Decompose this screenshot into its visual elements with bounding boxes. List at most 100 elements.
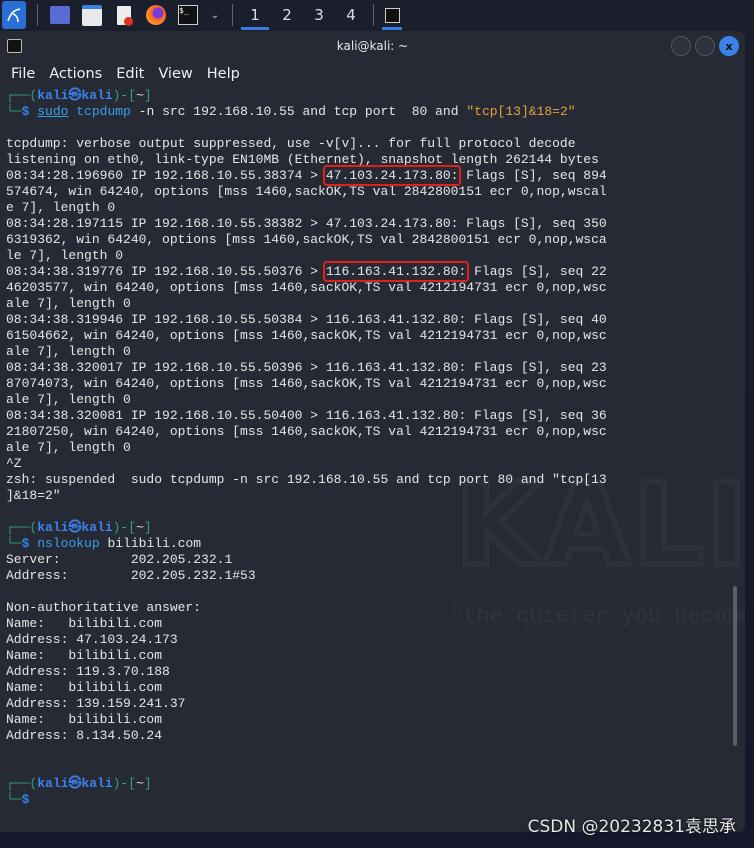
output-text: Address: 119.3.70.188 [6,664,170,679]
output-line: Name: bilibili.com [6,616,607,632]
maximize-button[interactable] [695,36,715,56]
output-line: ale 7], length 0 [6,344,607,360]
output-text: 08:34:38.320081 IP 192.168.10.55.50400 >… [6,408,607,423]
output-line: Address: 8.134.50.24 [6,728,607,744]
menu-bar: File Actions Edit View Help [0,61,745,87]
output-text: Name: bilibili.com [6,616,163,631]
output-text: Server: 202.205.232.1 [6,552,233,567]
output-text: 08:34:28.196960 IP 192.168.10.55.38374 > [6,168,326,183]
workspace-label: 4 [346,6,356,24]
terminal-launcher-icon[interactable]: $_ [177,4,199,26]
output-text: Address: 8.134.50.24 [6,728,163,743]
output-line: Address: 119.3.70.188 [6,664,607,680]
output-text: Address: 139.159.241.37 [6,696,186,711]
command-line[interactable]: └─$ [6,792,607,808]
output-line: 08:34:28.196960 IP 192.168.10.55.38374 >… [6,165,607,186]
output-text: ale 7], length 0 [6,392,131,407]
workspace-1[interactable]: 1 [239,0,271,30]
output-line: Address: 139.159.241.37 [6,696,607,712]
output-text: Non-authoritative answer: [6,600,202,615]
output-line: Address: 47.103.24.173 [6,632,607,648]
output-line: 08:34:38.320017 IP 192.168.10.55.50396 >… [6,360,607,376]
menu-help[interactable]: Help [200,66,247,82]
menu-actions[interactable]: Actions [42,66,109,82]
kali-menu-icon[interactable] [2,1,26,29]
menu-view[interactable]: View [151,66,199,82]
workspace-label: 3 [314,6,324,24]
taskbar-separator [232,4,233,26]
output-line: listening on eth0, link-type EN10MB (Eth… [6,152,607,168]
scrollbar[interactable] [733,586,737,746]
workspace-2[interactable]: 2 [271,0,303,30]
prompt-line: ┌──(kali㉿kali)-[~] [6,776,152,791]
output-text: Flags [S], seq 894 [458,168,607,183]
tcpdump-output: tcpdump: verbose output suppressed, use … [6,136,607,520]
output-text: 61504662, win 64240, options [mss 1460,s… [6,328,607,343]
output-line: ]&18=2" [6,488,607,504]
chevron-down-icon[interactable]: ⌄ [209,4,221,26]
output-text: listening on eth0, link-type EN10MB (Eth… [6,152,599,167]
output-text: Name: bilibili.com [6,680,163,695]
output-line: 87074073, win 64240, options [mss 1460,s… [6,376,607,392]
close-icon: x [725,39,733,53]
output-text: zsh: suspended sudo tcpdump -n src 192.1… [6,472,607,487]
output-line: 08:34:38.319776 IP 192.168.10.55.50376 >… [6,261,607,282]
output-text: 574674, win 64240, options [mss 1460,sac… [6,184,607,199]
output-line: 21807250, win 64240, options [mss 1460,s… [6,424,607,440]
output-line: zsh: suspended sudo tcpdump -n src 192.1… [6,472,607,488]
output-text: tcpdump: verbose output suppressed, use … [6,136,576,151]
output-text: ale 7], length 0 [6,440,131,455]
output-line: 46203577, win 64240, options [mss 1460,s… [6,280,607,296]
show-desktop-icon[interactable] [49,4,71,26]
output-text: Name: bilibili.com [6,712,163,727]
output-line: 08:34:38.320081 IP 192.168.10.55.50400 >… [6,408,607,424]
nslookup-output: Server: 202.205.232.1 Address: 202.205.23… [6,552,607,776]
output-text: 08:34:38.320017 IP 192.168.10.55.50396 >… [6,360,607,375]
output-text: 08:34:38.319946 IP 192.168.10.55.50384 >… [6,312,607,327]
highlighted-destination: 47.103.24.173.80: [322,165,462,186]
terminal-task-button[interactable] [380,0,404,30]
prompt-line: ┌──(kali㉿kali)-[~] [6,520,152,535]
taskbar: $_ ⌄ 1 2 3 4 [0,0,754,30]
output-text: 87074073, win 64240, options [mss 1460,s… [6,376,607,391]
output-line: Name: bilibili.com [6,680,607,696]
menu-edit[interactable]: Edit [109,66,151,82]
workspace-4[interactable]: 4 [335,0,367,30]
output-line: Server: 202.205.232.1 [6,552,607,568]
title-bar[interactable]: kali@kali: ~ x [0,31,745,61]
close-button[interactable]: x [719,36,739,56]
minimize-button[interactable] [671,36,691,56]
output-text: ^Z [6,456,22,471]
output-line: 08:34:38.319946 IP 192.168.10.55.50384 >… [6,312,607,328]
output-line: tcpdump: verbose output suppressed, use … [6,136,607,152]
output-text: 6319362, win 64240, options [mss 1460,sa… [6,232,607,247]
highlighted-destination: 116.163.41.132.80: [322,261,470,282]
output-line: 08:34:28.197115 IP 192.168.10.55.38382 >… [6,216,607,232]
firefox-icon[interactable] [145,4,167,26]
command-line: └─$ sudo tcpdump -n src 192.168.10.55 an… [6,104,576,119]
output-line: le 7], length 0 [6,248,607,264]
terminal-icon [384,7,400,23]
workspace-3[interactable]: 3 [303,0,335,30]
window-title: kali@kali: ~ [336,39,409,53]
output-line: Non-authoritative answer: [6,600,607,616]
terminal-window: kali@kali: ~ x File Actions Edit View He… [0,31,745,832]
output-line: ale 7], length 0 [6,392,607,408]
output-text: ale 7], length 0 [6,296,131,311]
output-text: Name: bilibili.com [6,648,163,663]
file-manager-icon[interactable] [81,4,103,26]
output-text: ale 7], length 0 [6,344,131,359]
output-text: Address: 47.103.24.173 [6,632,178,647]
output-line: 61504662, win 64240, options [mss 1460,s… [6,328,607,344]
text-editor-icon[interactable] [113,4,135,26]
output-text: Address: 202.205.232.1#53 [6,568,256,583]
output-line: ^Z [6,456,607,472]
command-line: └─$ nslookup bilibili.com [6,536,202,551]
menu-file[interactable]: File [4,66,42,82]
output-line: ale 7], length 0 [6,440,607,456]
csdn-credit-watermark: CSDN @20232831袁思承 [527,817,736,837]
terminal-output[interactable]: ┌──(kali㉿kali)-[~] └─$ sudo tcpdump -n s… [6,88,607,808]
